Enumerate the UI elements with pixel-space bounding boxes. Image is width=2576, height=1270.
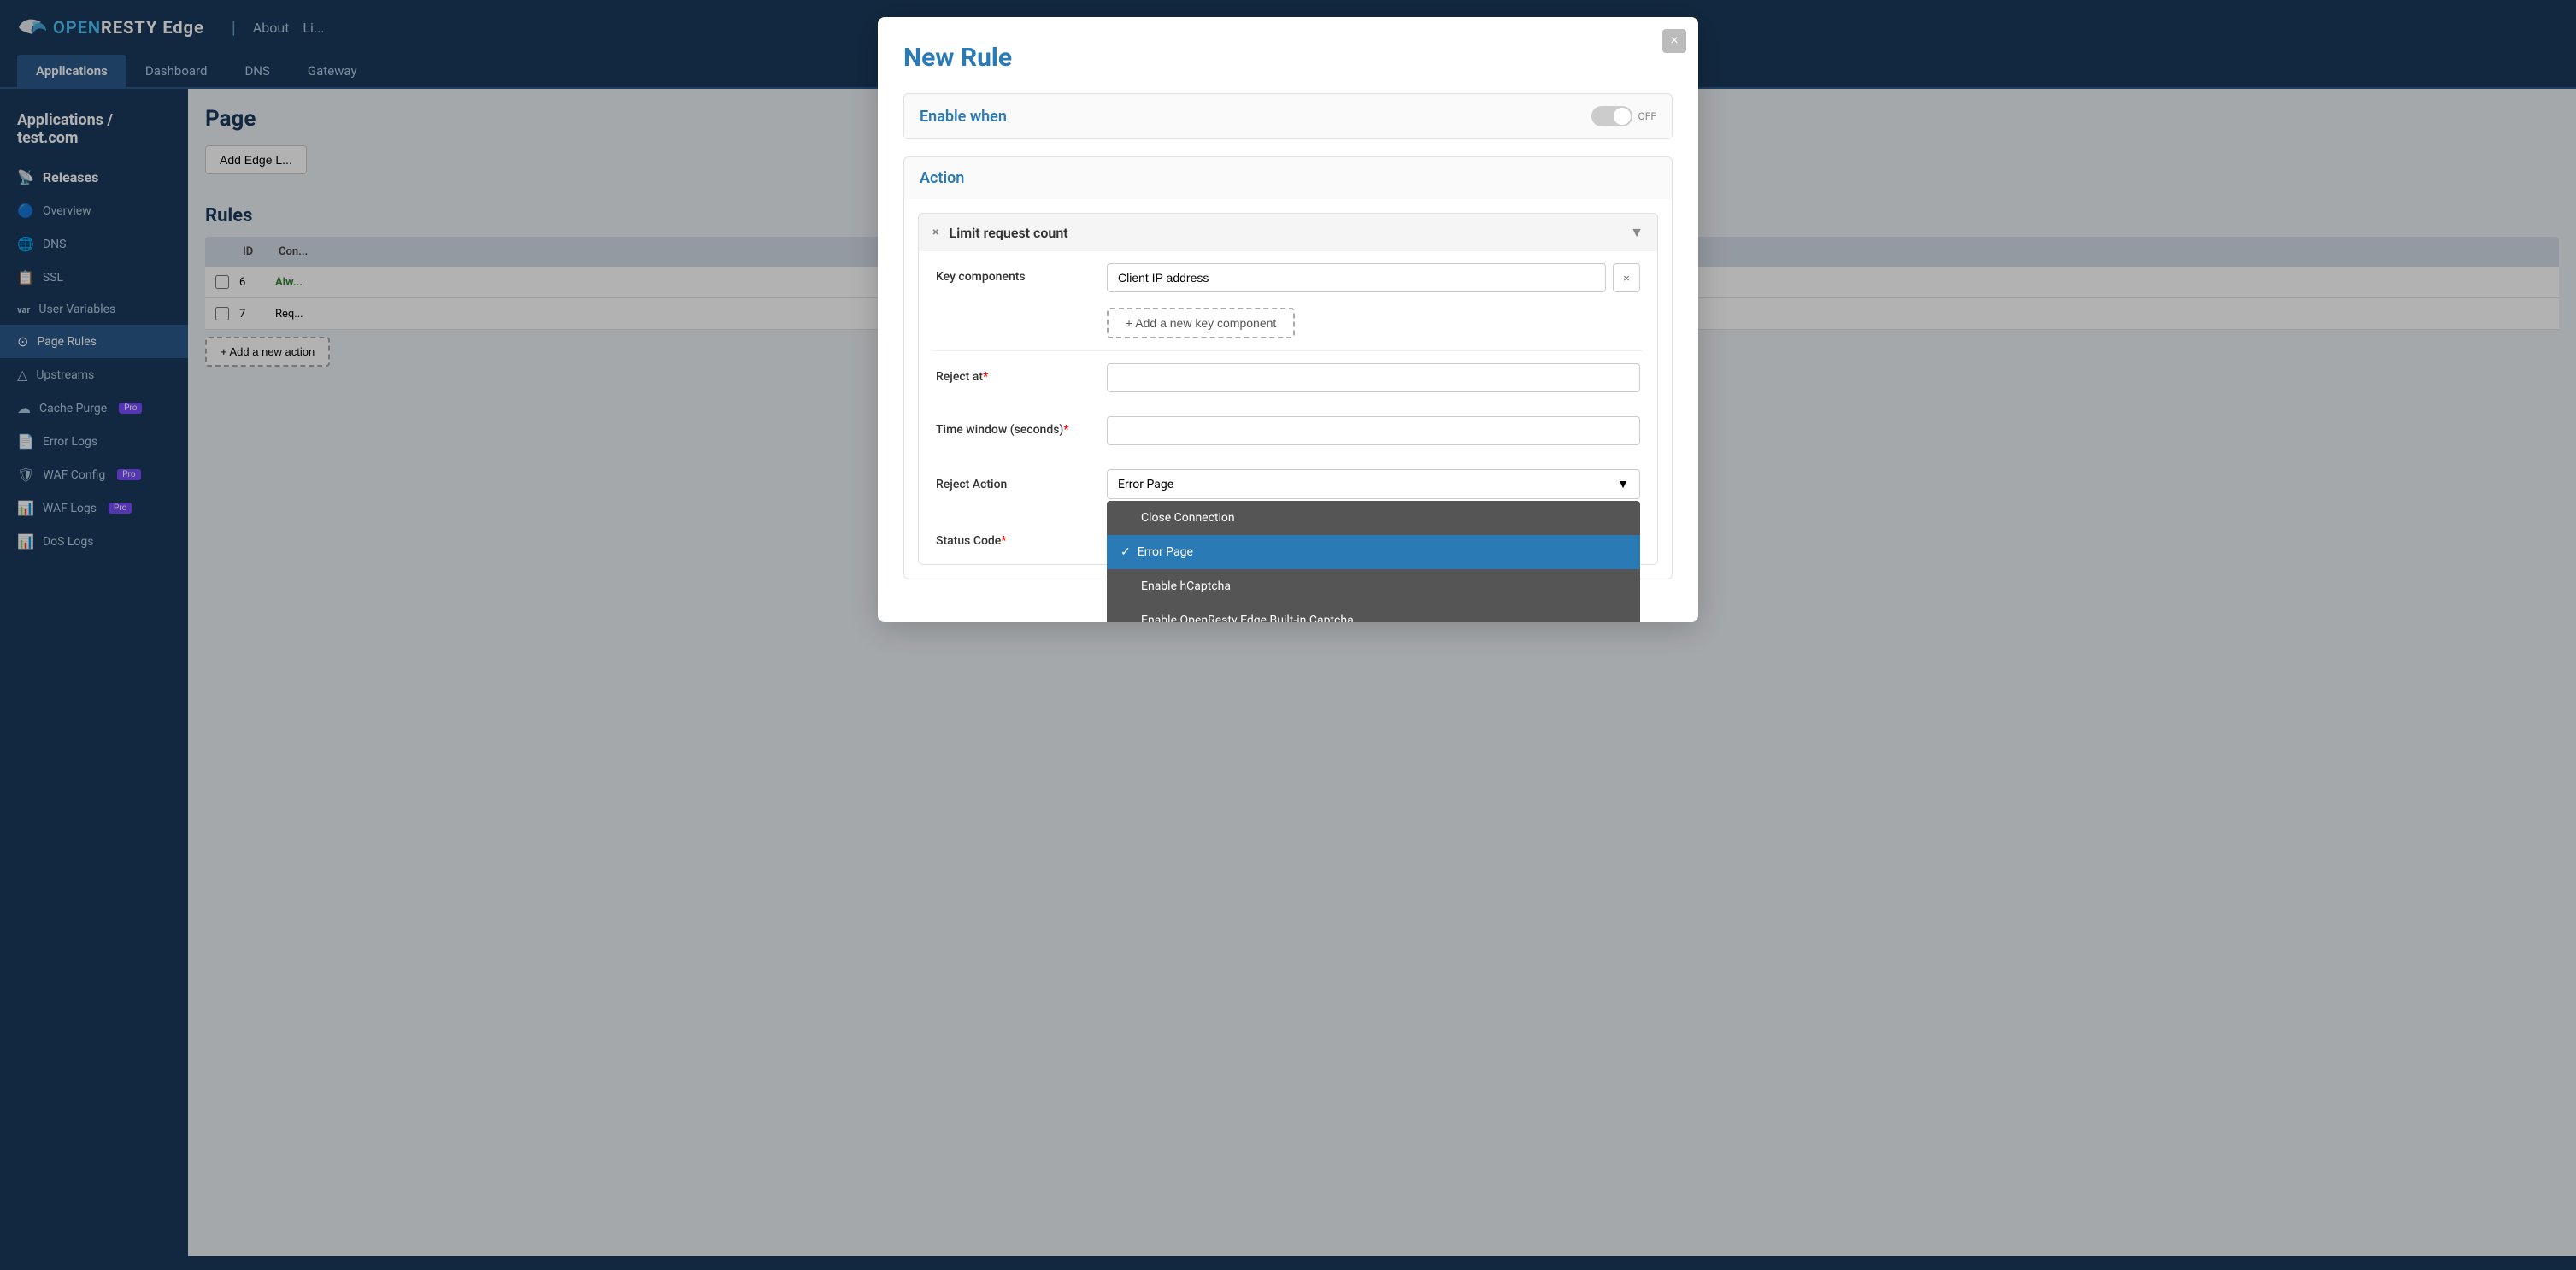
enable-when-label: Enable when <box>920 108 1007 126</box>
dropdown-item-label: Enable OpenResty Edge Built-in Captcha <box>1141 614 1354 622</box>
enable-when-header: Enable when OFF <box>904 94 1672 138</box>
dropdown-item-error-page[interactable]: ✓ Error Page <box>1107 535 1640 569</box>
reject-action-select-wrapper[interactable]: Error Page ▼ Close Connection ✓ Error <box>1107 469 1640 499</box>
reject-action-chevron-icon: ▼ <box>1617 477 1629 491</box>
reject-at-row: Reject at* <box>919 351 1657 404</box>
dropdown-item-label: Error Page <box>1138 545 1193 559</box>
key-components-remove-button[interactable]: × <box>1613 263 1640 292</box>
key-components-select[interactable]: Client IP address <box>1107 263 1606 292</box>
toggle-container[interactable]: OFF <box>1591 106 1656 126</box>
checkmark-icon: ✓ <box>1120 545 1131 559</box>
key-components-label: Key components <box>936 263 1090 284</box>
dropdown-item-hcaptcha[interactable]: Enable hCaptcha <box>1107 569 1640 603</box>
time-window-label: Time window (seconds)* <box>936 416 1090 437</box>
modal-overlay: × New Rule Enable when OFF Action <box>0 0 2576 1270</box>
action-block-title: Limit request count <box>949 225 1620 241</box>
reject-at-label: Reject at* <box>936 363 1090 384</box>
time-window-required: * <box>1063 423 1068 437</box>
time-window-row: Time window (seconds)* <box>919 404 1657 457</box>
dropdown-item-label: Enable hCaptcha <box>1141 579 1231 593</box>
action-remove-button[interactable]: × <box>932 226 938 239</box>
add-key-container: + Add a new key component <box>919 304 1657 350</box>
dropdown-item-builtin-captcha[interactable]: Enable OpenResty Edge Built-in Captcha <box>1107 603 1640 622</box>
key-components-row: Key components Client IP address × <box>919 251 1657 304</box>
enable-when-section: Enable when OFF <box>903 93 1673 139</box>
reject-at-control <box>1107 363 1640 392</box>
modal-close-button[interactable]: × <box>1662 29 1686 53</box>
action-block-header: × Limit request count ▼ <box>919 214 1657 251</box>
key-components-select-wrapper: Client IP address <box>1107 263 1606 292</box>
dropdown-item-label: Close Connection <box>1141 511 1235 525</box>
reject-at-input[interactable] <box>1107 363 1640 392</box>
toggle-label: OFF <box>1638 110 1656 122</box>
action-block: × Limit request count ▼ Key components C… <box>918 213 1658 565</box>
action-section: Action × Limit request count ▼ Key compo… <box>903 156 1673 579</box>
reject-action-display[interactable]: Error Page ▼ <box>1107 469 1640 499</box>
reject-action-value: Error Page <box>1118 478 1173 491</box>
modal-title: New Rule <box>903 43 1673 73</box>
reject-action-dropdown: Close Connection ✓ Error Page Enable hCa… <box>1107 501 1640 622</box>
chevron-down-icon[interactable]: ▼ <box>1630 224 1644 241</box>
key-components-control: Client IP address × <box>1107 263 1640 292</box>
toggle-track[interactable] <box>1591 106 1632 126</box>
add-key-component-button[interactable]: + Add a new key component <box>1107 308 1295 338</box>
reject-at-required: * <box>983 370 988 384</box>
reject-action-row: Reject Action Error Page ▼ Close Connect… <box>919 457 1657 511</box>
time-window-control <box>1107 416 1640 445</box>
toggle-thumb <box>1614 108 1631 125</box>
status-code-label: Status Code* <box>936 527 1090 548</box>
action-label: Action <box>920 169 964 187</box>
status-code-required: * <box>1001 534 1006 548</box>
modal-dialog: × New Rule Enable when OFF Action <box>878 17 1698 622</box>
action-header: Action <box>904 157 1672 199</box>
reject-action-label: Reject Action <box>936 478 1090 491</box>
dropdown-item-close-connection[interactable]: Close Connection <box>1107 501 1640 535</box>
time-window-input[interactable] <box>1107 416 1640 445</box>
